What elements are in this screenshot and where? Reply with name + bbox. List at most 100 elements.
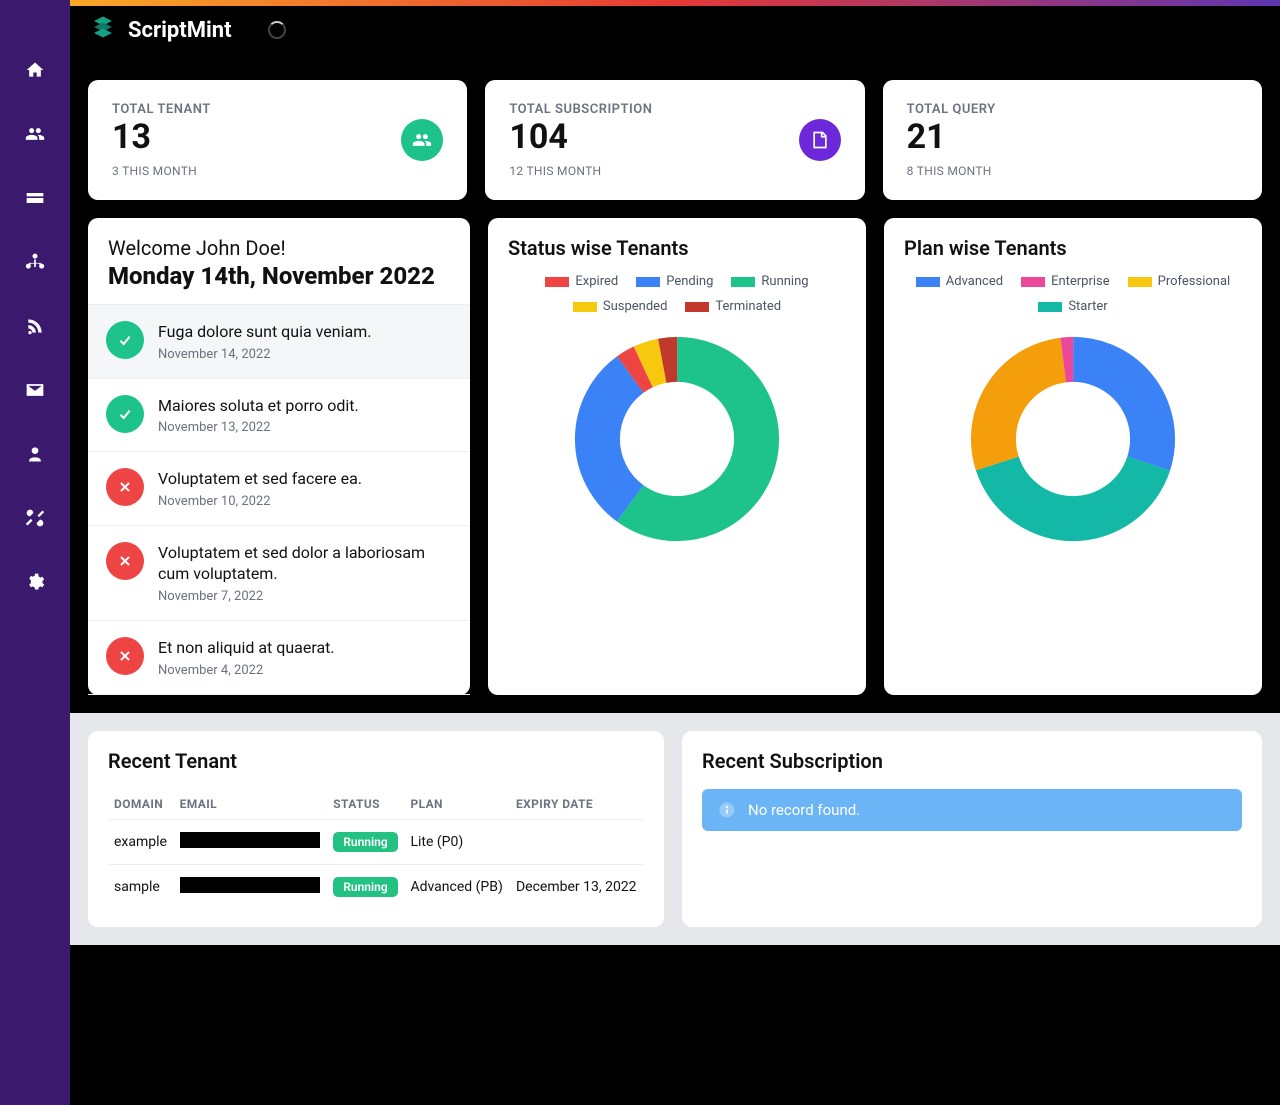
stat-sub: 8 THIS MONTH (907, 164, 996, 178)
feed-date: November 14, 2022 (158, 347, 452, 362)
status-badge: Running (333, 832, 397, 852)
donut-chart (508, 324, 846, 554)
cell-expiry: December 13, 2022 (510, 864, 644, 909)
cell-status: Running (327, 864, 404, 909)
settings-icon[interactable] (15, 562, 55, 602)
panel-title: Recent Tenant (108, 749, 644, 773)
legend-label: Professional (1158, 274, 1231, 289)
donut-slice (597, 359, 756, 518)
info-icon (718, 801, 736, 819)
chart-legend: Expired Pending Running Suspended Terminated (508, 274, 846, 314)
legend-label: Advanced (946, 274, 1003, 289)
legend-swatch (916, 277, 940, 287)
recent-subscription-panel: Recent Subscription No record found. (682, 731, 1262, 927)
legend-swatch (1021, 277, 1045, 287)
legend-label: Running (761, 274, 808, 289)
close-icon (106, 542, 144, 580)
feed-item[interactable]: Voluptatem et sed dolor a laboriosam cum… (88, 526, 470, 621)
table-row[interactable]: sample Running Advanced (PB)December 13, 2… (108, 864, 644, 909)
feed-title: Voluptatem et sed facere ea. (158, 468, 452, 490)
legend-item[interactable]: Professional (1128, 274, 1231, 289)
billing-icon[interactable] (15, 178, 55, 218)
mail-icon[interactable] (15, 370, 55, 410)
status-badge: Running (333, 877, 397, 897)
feed-title: Et non aliquid at quaerat. (158, 637, 452, 659)
redacted (180, 877, 320, 893)
table-row[interactable]: exampleRunningLite (P0) (108, 819, 644, 864)
legend-item[interactable]: Suspended (573, 299, 668, 314)
recent-tenant-table: DOMAINEMAILSTATUSPLANEXPIRY DATE example… (108, 789, 644, 909)
team-icon (401, 119, 443, 161)
feed-title: Voluptatem et sed dolor a laboriosam cum… (158, 542, 452, 585)
empty-state-banner: No record found. (702, 789, 1242, 831)
col-header: PLAN (404, 789, 510, 820)
org-icon[interactable] (15, 242, 55, 282)
stat-total-tenant: TOTAL TENANT 13 3 THIS MONTH (88, 80, 467, 200)
sidebar (0, 0, 70, 1105)
legend-item[interactable]: Advanced (916, 274, 1003, 289)
legend-swatch (573, 302, 597, 312)
home-icon[interactable] (15, 50, 55, 90)
chart-title: Status wise Tenants (508, 236, 846, 260)
loading-spinner-icon (268, 21, 286, 39)
logo-mark-icon (88, 12, 118, 48)
feed-item[interactable]: Maiores soluta et porro odit. November 13… (88, 379, 470, 453)
team-icon[interactable] (15, 434, 55, 474)
check-icon (106, 321, 144, 359)
chart-title: Plan wise Tenants (904, 236, 1242, 260)
legend-item[interactable]: Terminated (685, 299, 781, 314)
legend-item[interactable]: Pending (636, 274, 713, 289)
legend-swatch (1128, 277, 1152, 287)
feed-date: November 4, 2022 (158, 663, 452, 678)
topbar: ScriptMint (70, 0, 1280, 60)
feed-title: Maiores soluta et porro odit. (158, 395, 452, 417)
status-tenants-panel: Status wise Tenants Expired Pending Runnin… (488, 218, 866, 695)
legend-item[interactable]: Enterprise (1021, 274, 1110, 289)
panel-title: Recent Subscription (702, 749, 1242, 773)
recent-tenant-panel: Recent Tenant DOMAINEMAILSTATUSPLANEXPIR… (88, 731, 664, 927)
empty-text: No record found. (748, 801, 860, 819)
stat-value: 13 (112, 119, 211, 156)
rss-icon[interactable] (15, 306, 55, 346)
legend-swatch (636, 277, 660, 287)
activity-feed: Fuga dolore sunt quia veniam. November 14… (88, 304, 470, 695)
stats-row: TOTAL TENANT 13 3 THIS MONTH TOTAL SUBSC… (70, 60, 1280, 200)
donut-chart (904, 324, 1242, 554)
legend-item[interactable]: Running (731, 274, 808, 289)
users-icon[interactable] (15, 114, 55, 154)
feed-title: Fuga dolore sunt quia veniam. (158, 321, 452, 343)
redacted (180, 832, 320, 848)
stat-value: 21 (907, 119, 996, 156)
close-icon (106, 468, 144, 506)
welcome-date: Monday 14th, November 2022 (108, 262, 450, 290)
stat-label: TOTAL QUERY (907, 102, 996, 117)
feed-date: November 13, 2022 (158, 420, 452, 435)
stat-label: TOTAL SUBSCRIPTION (509, 102, 652, 117)
cell-email (174, 864, 328, 909)
welcome-greeting: Welcome John Doe! (108, 236, 450, 260)
legend-item[interactable]: Expired (545, 274, 618, 289)
legend-item[interactable]: Starter (1038, 299, 1107, 314)
legend-swatch (1038, 302, 1062, 312)
legend-label: Pending (666, 274, 713, 289)
brand-logo[interactable]: ScriptMint (88, 12, 232, 48)
tools-icon[interactable] (15, 498, 55, 538)
legend-label: Starter (1068, 299, 1107, 314)
donut-slice (993, 359, 1152, 518)
cell-plan: Advanced (PB) (404, 864, 510, 909)
stat-label: TOTAL TENANT (112, 102, 211, 117)
check-icon (106, 395, 144, 433)
feed-item[interactable]: Voluptatem et sed facere ea.November 10,… (88, 452, 470, 526)
feed-item[interactable]: Fuga dolore sunt quia veniam. November 14… (88, 305, 470, 379)
col-header: EMAIL (174, 789, 328, 820)
stat-total-subscription: TOTAL SUBSCRIPTION 104 12 THIS MONTH (485, 80, 864, 200)
legend-swatch (545, 277, 569, 287)
chart-legend: Advanced Enterprise Professional Starter (904, 274, 1242, 314)
legend-label: Expired (575, 274, 618, 289)
legend-label: Suspended (603, 299, 668, 314)
close-icon (106, 637, 144, 675)
plan-tenants-panel: Plan wise Tenants Advanced Enterprise Prof… (884, 218, 1262, 695)
cell-plan: Lite (P0) (404, 819, 510, 864)
cell-domain: sample (108, 864, 174, 909)
feed-item[interactable]: Et non aliquid at quaerat. November 4, 20… (88, 621, 470, 695)
